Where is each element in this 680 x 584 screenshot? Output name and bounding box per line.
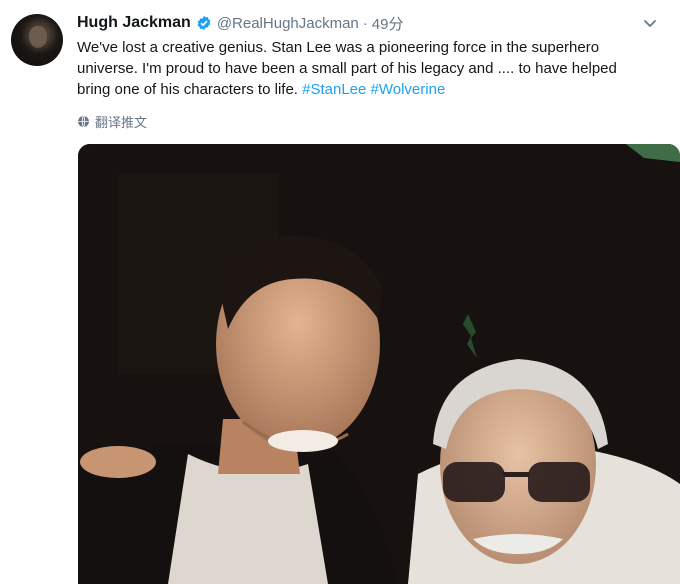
translate-label: 翻译推文 <box>95 114 148 130</box>
photo-image <box>78 144 680 584</box>
author-handle[interactable]: @RealHughJackman <box>217 15 359 32</box>
tweet-photo[interactable] <box>78 144 680 584</box>
author-name[interactable]: Hugh Jackman <box>77 14 191 32</box>
chevron-down-icon[interactable] <box>640 13 660 33</box>
tweet-timestamp[interactable]: 49分 <box>372 13 404 34</box>
verified-badge-icon <box>196 15 212 31</box>
hashtag-stanlee[interactable]: #StanLee <box>302 81 366 98</box>
tweet-text: We've lost a creative genius. Stan Lee w… <box>77 37 637 100</box>
avatar[interactable] <box>11 14 63 66</box>
translate-tweet-link[interactable]: 翻译推文 <box>77 112 147 130</box>
globe-icon <box>78 115 89 127</box>
hashtag-wolverine[interactable]: #Wolverine <box>371 81 446 98</box>
separator-dot: · <box>362 14 368 32</box>
tweet-header: Hugh Jackman @RealHughJackman · 49分 <box>77 12 660 34</box>
